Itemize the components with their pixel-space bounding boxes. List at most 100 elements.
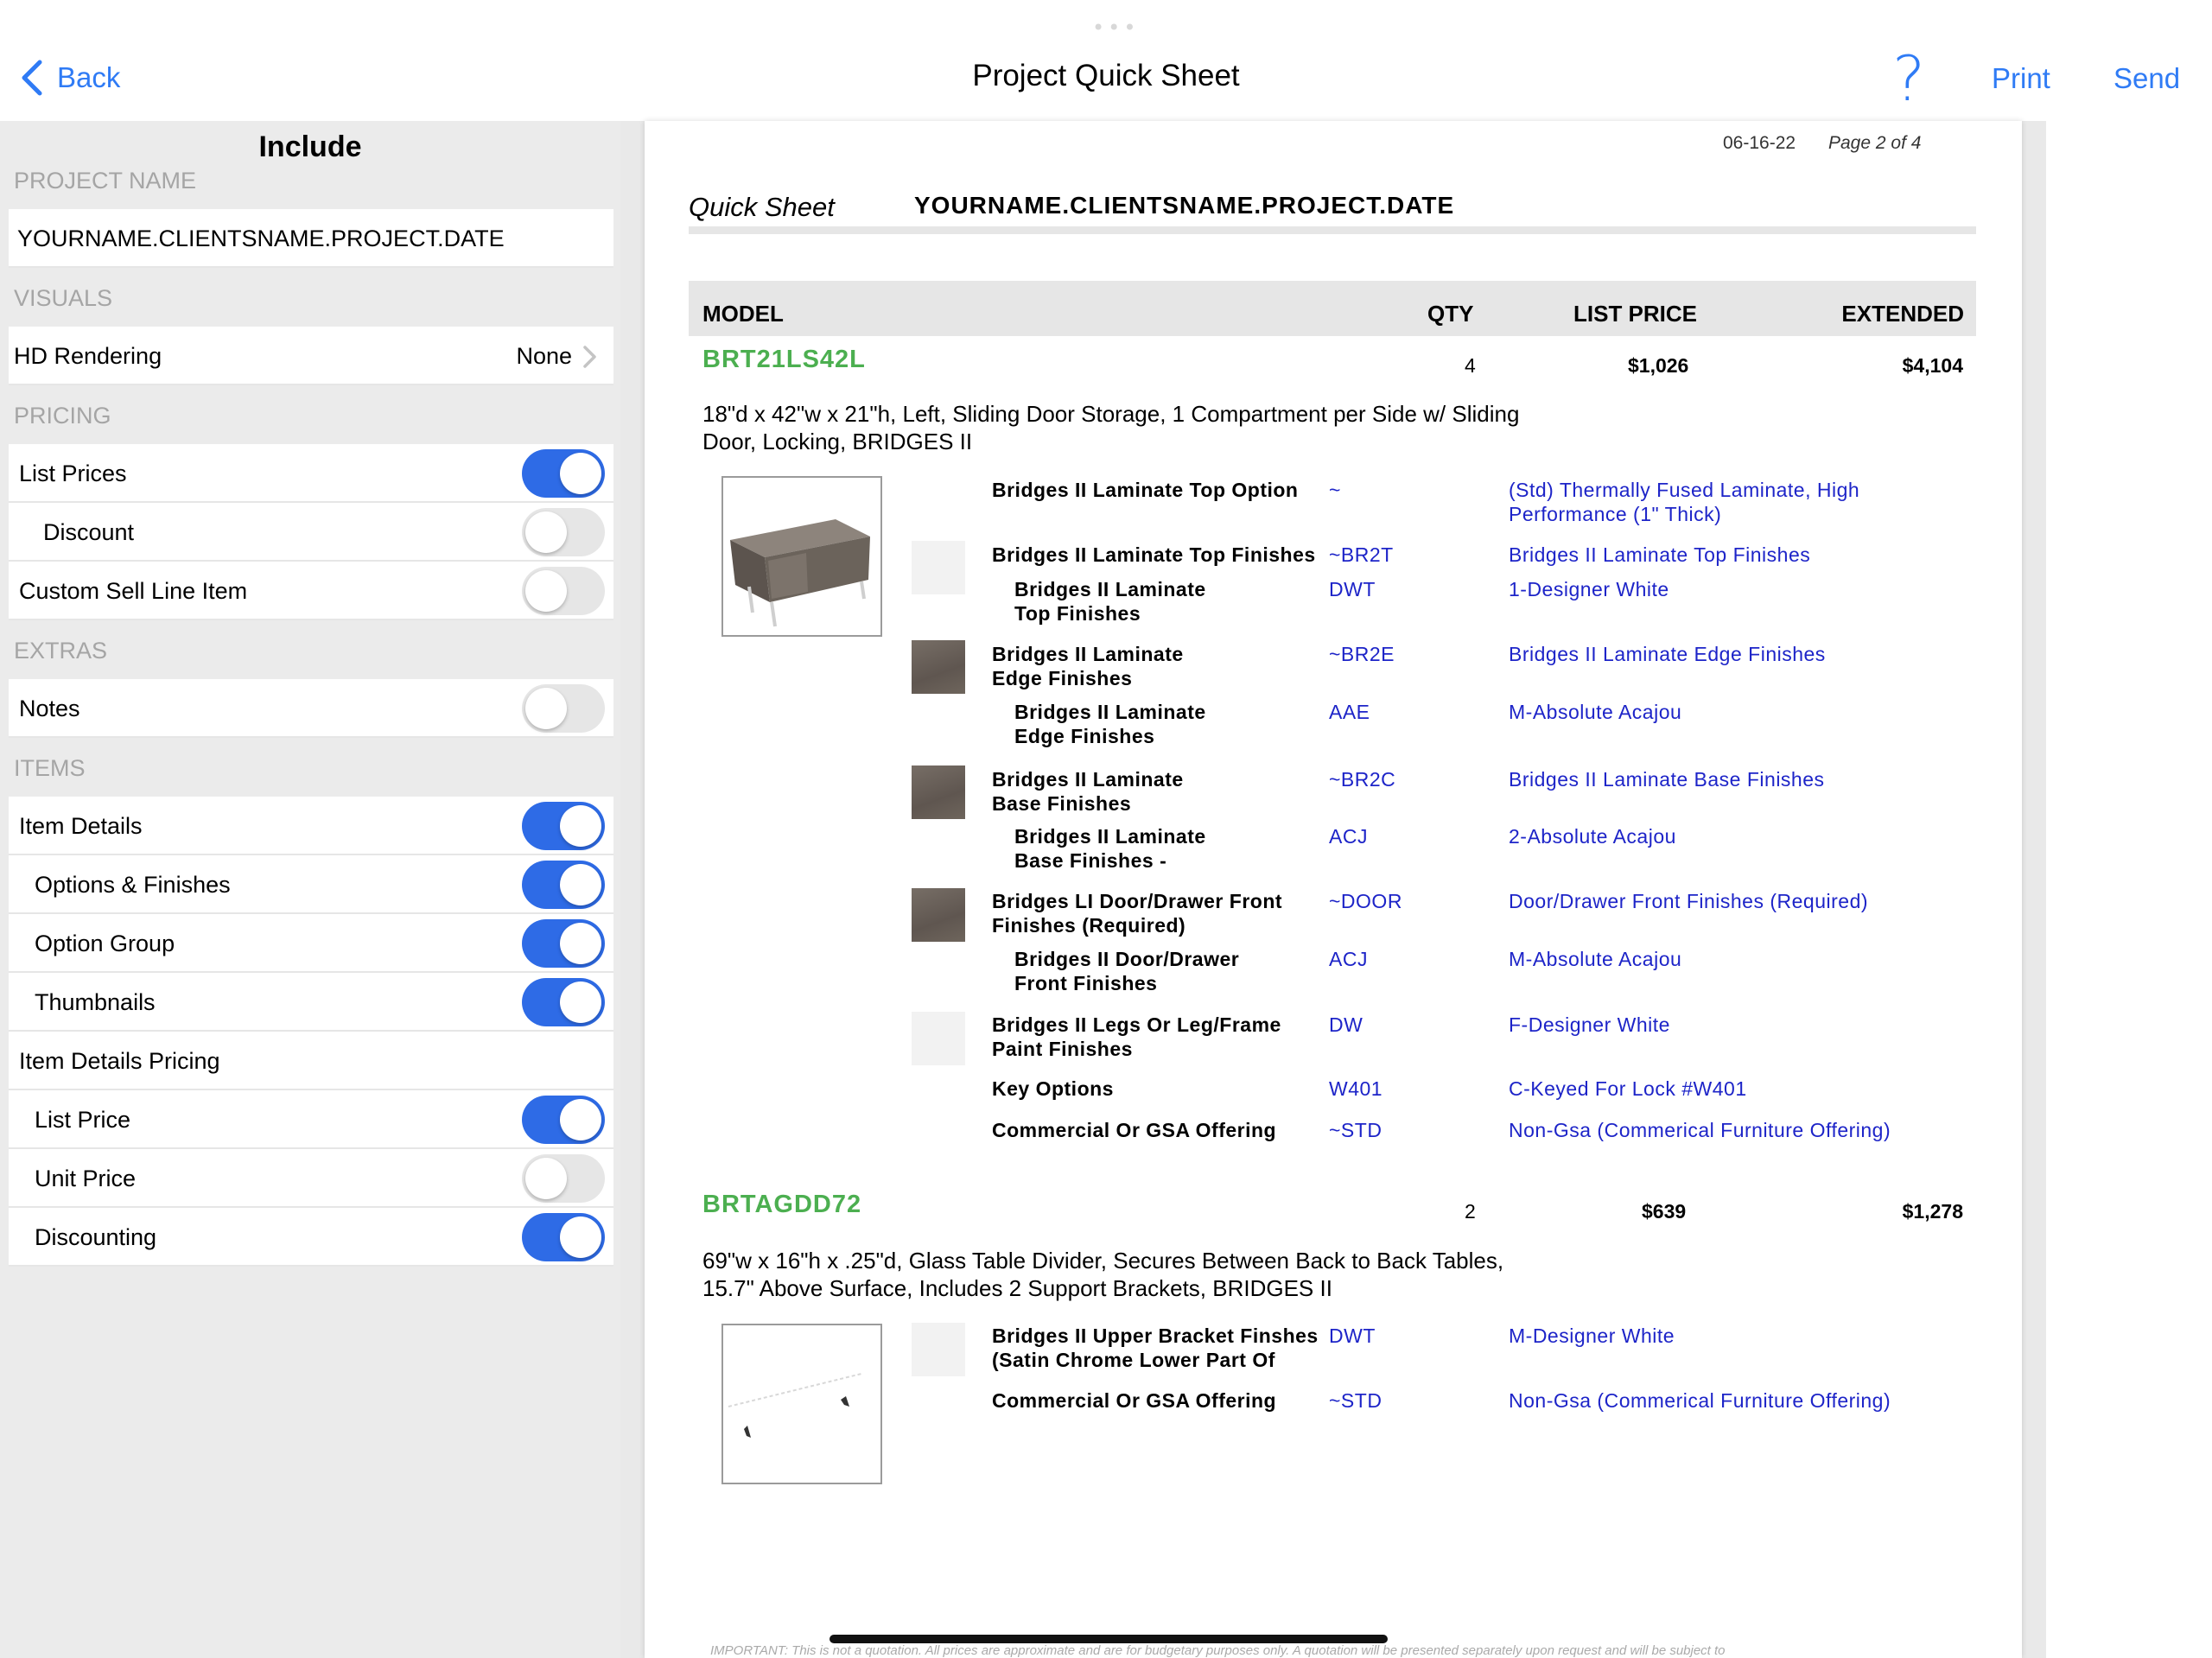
project-name-field[interactable]: YOURNAME.CLIENTSNAME.PROJECT.DATE (9, 209, 613, 268)
thumbnails-row: Thumbnails (9, 973, 613, 1032)
custom-sell-row: Custom Sell Line Item (9, 562, 613, 620)
options-finishes-row: Options & Finishes (9, 855, 613, 914)
print-button[interactable]: Print (1992, 62, 2050, 95)
notes-label: Notes (19, 696, 80, 721)
toggle-knob (525, 511, 567, 553)
toggle-knob (560, 453, 601, 494)
item-details-pricing-row: Item Details Pricing (9, 1032, 613, 1090)
toggle-knob (560, 923, 601, 964)
options-finishes-toggle[interactable] (522, 861, 605, 909)
option-desc: 2-Absolute Acajou (1509, 825, 1676, 848)
option-code: DWT (1329, 578, 1376, 600)
col-extended: EXTENDED (1841, 301, 1964, 327)
option-name: Bridges II Laminate Edge Finishes (1014, 701, 1206, 747)
storage-cabinet-image (730, 519, 870, 627)
item-list-price: $1,026 (1628, 354, 1689, 377)
item-details-pricing-label: Item Details Pricing (19, 1048, 220, 1074)
discount-row: Discount (9, 503, 613, 562)
option-desc: Bridges II Laminate Edge Finishes (1509, 643, 1826, 665)
option-group-label: Option Group (35, 931, 175, 956)
option-code: DWT (1329, 1324, 1376, 1347)
toggle-knob (560, 981, 601, 1023)
finish-swatch (912, 888, 965, 942)
option-code: ACJ (1329, 948, 1368, 970)
item-details-label: Item Details (19, 813, 143, 839)
toggle-knob (525, 570, 567, 612)
item-description: 69"w x 16"h x .25"d, Glass Table Divider… (702, 1247, 1653, 1302)
option-desc: Non-Gsa (Commerical Furniture Offering) (1509, 1119, 1891, 1141)
options-finishes-label: Options & Finishes (35, 872, 231, 898)
unit-price-toggle[interactable] (522, 1154, 605, 1203)
col-qty: QTY (1427, 301, 1474, 327)
glass-divider-image (728, 1373, 862, 1438)
include-panel: Include PROJECT NAME YOURNAME.CLIENTSNAM… (0, 121, 620, 1658)
page-title: Project Quick Sheet (972, 59, 1240, 92)
finish-swatch (912, 640, 965, 694)
footer-disclaimer: IMPORTANT: This is not a quotation. All … (710, 1643, 1726, 1658)
col-list-price: LIST PRICE (1573, 301, 1698, 327)
toggle-knob (525, 688, 567, 729)
thumbnails-toggle[interactable] (522, 978, 605, 1026)
list-price-row: List Price (9, 1090, 613, 1149)
unit-price-label: Unit Price (35, 1166, 137, 1191)
toggle-knob (560, 1099, 601, 1140)
list-price-toggle[interactable] (522, 1096, 605, 1144)
option-code: ~STD (1329, 1119, 1382, 1141)
item-details-row: Item Details (9, 797, 613, 855)
option-name: Bridges II Laminate Base Finishes - (1014, 825, 1206, 872)
home-indicator[interactable] (830, 1635, 1388, 1643)
option-group-toggle[interactable] (522, 919, 605, 968)
option-name: Bridges II Laminate Top Finishes (1014, 578, 1206, 625)
custom-sell-toggle[interactable] (522, 567, 605, 615)
option-name: Commercial Or GSA Offering (992, 1119, 1277, 1141)
item-qty: 2 (1465, 1200, 1476, 1223)
option-code: ~BR2E (1329, 643, 1395, 665)
send-button[interactable]: Send (2113, 62, 2180, 95)
panel-heading: Include (258, 130, 362, 163)
option-group-row: Option Group (9, 914, 613, 973)
option-code: W401 (1329, 1077, 1383, 1100)
quick-sheet-label: Quick Sheet (689, 192, 835, 222)
toggle-knob (560, 1217, 601, 1258)
unit-price-row: Unit Price (9, 1149, 613, 1208)
section-visuals: VISUALS (14, 285, 113, 311)
option-code: ~BR2T (1329, 543, 1394, 566)
help-icon[interactable]: ? (1892, 48, 1925, 110)
item-description-line: 15.7" Above Surface, Includes 2 Support … (702, 1275, 1332, 1301)
doc-page-number: Page 2 of 4 (1828, 133, 1922, 153)
option-code: ~DOOR (1329, 890, 1402, 912)
option-name: Bridges LI Door/Drawer Front Finishes (Re… (992, 890, 1283, 937)
item-extended: $4,104 (1902, 354, 1963, 377)
option-name: Bridges II Door/Drawer Front Finishes (1014, 948, 1240, 994)
list-prices-toggle[interactable] (522, 449, 605, 498)
option-desc: Non-Gsa (Commerical Furniture Offering) (1509, 1389, 1891, 1412)
discounting-label: Discounting (35, 1224, 157, 1250)
option-code: ~STD (1329, 1389, 1382, 1412)
option-name: Bridges II Legs Or Leg/Frame Paint Finish… (992, 1013, 1281, 1060)
item-qty: 4 (1465, 354, 1476, 377)
multitask-indicator[interactable]: ••• (1092, 16, 1135, 40)
option-code: ~BR2C (1329, 768, 1396, 791)
discounting-toggle[interactable] (522, 1213, 605, 1261)
option-name: Bridges II Laminate Top Finishes (992, 543, 1316, 566)
project-name-value: YOURNAME.CLIENTSNAME.PROJECT.DATE (17, 226, 505, 251)
option-desc: Bridges II Laminate Top Finishes (1509, 543, 1811, 566)
list-price-label: List Price (35, 1107, 131, 1133)
discount-toggle[interactable] (522, 508, 605, 556)
finish-swatch (912, 541, 965, 594)
notes-toggle[interactable] (522, 684, 605, 733)
section-pricing: PRICING (14, 403, 111, 429)
section-items: ITEMS (14, 755, 86, 781)
item-details-toggle[interactable] (522, 802, 605, 850)
item-list-price: $639 (1642, 1200, 1687, 1223)
option-desc: M-Designer White (1509, 1324, 1675, 1347)
thumbnails-label: Thumbnails (35, 989, 156, 1015)
header-rule (689, 226, 1976, 234)
option-name: Bridges II Upper Bracket Finshes (Satin C… (992, 1324, 1319, 1371)
option-name: Bridges II Laminate Edge Finishes (992, 643, 1184, 689)
discount-label: Discount (43, 519, 135, 545)
item-description-line: Door, Locking, BRIDGES II (702, 429, 973, 454)
hd-rendering-row[interactable]: HD Rendering None (9, 327, 613, 385)
finish-swatch (912, 1012, 965, 1065)
list-prices-label: List Prices (19, 461, 127, 486)
